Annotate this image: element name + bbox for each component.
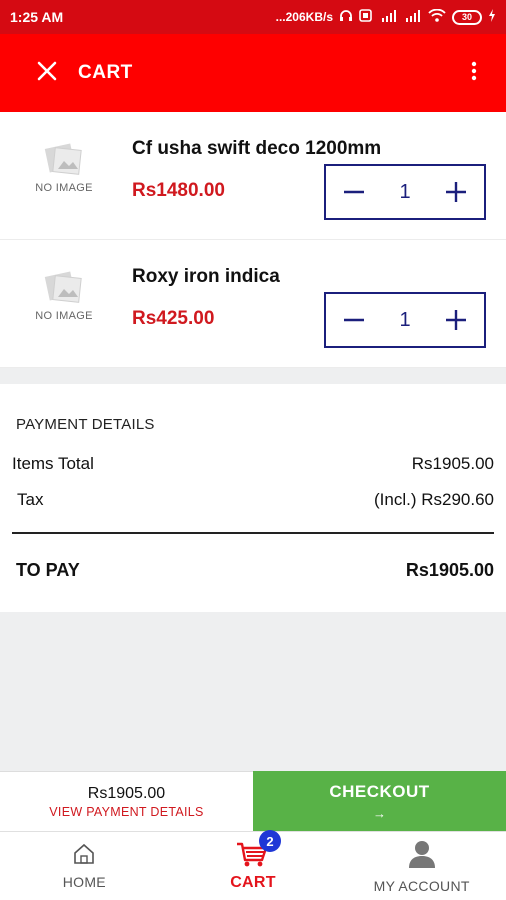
cart-item: NO IMAGE Cf usha swift deco 1200mm Rs148… <box>0 112 506 240</box>
no-image-label: NO IMAGE <box>35 310 93 322</box>
bottom-navigation: HOME 2 CART MY ACCOUNT <box>0 830 506 900</box>
items-total-row: Items Total Rs1905.00 <box>12 454 494 474</box>
order-total-box: Rs1905.00 VIEW PAYMENT DETAILS <box>0 771 253 831</box>
product-name: Roxy iron indica <box>132 266 280 287</box>
nav-home-label: HOME <box>62 873 106 890</box>
items-total-label: Items Total <box>12 454 94 473</box>
decrease-quantity-button[interactable] <box>340 306 368 334</box>
cart-count-badge: 2 <box>259 830 281 852</box>
payment-details: PAYMENT DETAILS Items Total Rs1905.00 Ta… <box>0 384 506 612</box>
items-total-value: Rs1905.00 <box>411 454 494 473</box>
home-icon <box>72 843 96 870</box>
checkout-bar: Rs1905.00 VIEW PAYMENT DETAILS CHECKOUT … <box>0 771 506 831</box>
order-total: Rs1905.00 <box>87 784 166 802</box>
status-bar: 1:25 AM ...206KB/s 30 <box>0 0 506 34</box>
decrease-quantity-button[interactable] <box>340 178 368 206</box>
minus-icon <box>344 318 364 322</box>
increase-quantity-button[interactable] <box>442 178 470 206</box>
nav-account-label: MY ACCOUNT <box>373 877 470 894</box>
charging-icon <box>488 9 496 25</box>
headphones-icon <box>339 9 353 25</box>
tax-label: Tax <box>17 490 44 509</box>
quantity-stepper: 1 <box>324 164 486 220</box>
payment-heading: PAYMENT DETAILS <box>16 416 155 433</box>
image-placeholder-icon <box>44 140 84 178</box>
more-vertical-icon <box>471 61 477 86</box>
battery-icon: 30 <box>452 9 482 25</box>
product-thumbnail: NO IMAGE <box>28 268 100 340</box>
app-bar: CART <box>0 34 506 112</box>
product-price: Rs1480.00 <box>132 180 225 201</box>
cart-list: NO IMAGE Cf usha swift deco 1200mm Rs148… <box>0 112 506 368</box>
divider <box>12 532 494 534</box>
product-thumbnail: NO IMAGE <box>28 140 100 212</box>
tax-value: (Incl.) Rs290.60 <box>374 490 494 509</box>
quantity-value: 1 <box>399 308 411 331</box>
tax-row: Tax (Incl.) Rs290.60 <box>12 490 494 510</box>
signal-icon <box>404 9 422 25</box>
to-pay-label: TO PAY <box>16 560 80 580</box>
close-icon <box>37 61 57 86</box>
more-options-button[interactable] <box>462 58 486 88</box>
checkout-label: CHECKOUT <box>329 781 430 801</box>
status-time: 1:25 AM <box>10 9 64 25</box>
app-notification-icon <box>359 9 372 25</box>
nav-cart-label: CART <box>230 874 276 891</box>
cart-icon-wrapper: 2 <box>235 830 281 872</box>
plus-icon <box>446 310 466 330</box>
network-speed: ...206KB/s <box>275 10 333 24</box>
nav-account[interactable]: MY ACCOUNT <box>337 832 506 900</box>
checkout-button[interactable]: CHECKOUT → <box>253 771 506 831</box>
increase-quantity-button[interactable] <box>442 306 470 334</box>
signal-4g-icon <box>378 9 398 25</box>
to-pay-value: Rs1905.00 <box>405 560 494 580</box>
arrow-right-icon: → <box>373 805 386 821</box>
plus-icon <box>446 182 466 202</box>
page-title: CART <box>78 62 133 83</box>
nav-home[interactable]: HOME <box>0 832 169 900</box>
view-payment-details-link[interactable]: VIEW PAYMENT DETAILS <box>49 805 203 819</box>
product-name: Cf usha swift deco 1200mm <box>132 138 382 159</box>
minus-icon <box>344 190 364 194</box>
to-pay-row: TO PAY Rs1905.00 <box>16 560 494 581</box>
quantity-stepper: 1 <box>324 292 486 348</box>
cart-item: NO IMAGE Roxy iron indica Rs425.00 1 <box>0 240 506 368</box>
image-placeholder-icon <box>44 268 84 306</box>
wifi-icon <box>428 8 446 25</box>
account-icon <box>407 839 437 874</box>
product-price: Rs425.00 <box>132 308 215 329</box>
cart-icon <box>235 842 269 872</box>
status-icons: ...206KB/s 30 <box>275 8 496 25</box>
close-button[interactable] <box>30 56 64 90</box>
no-image-label: NO IMAGE <box>35 182 93 194</box>
nav-cart[interactable]: 2 CART <box>169 830 338 900</box>
quantity-value: 1 <box>399 180 411 203</box>
